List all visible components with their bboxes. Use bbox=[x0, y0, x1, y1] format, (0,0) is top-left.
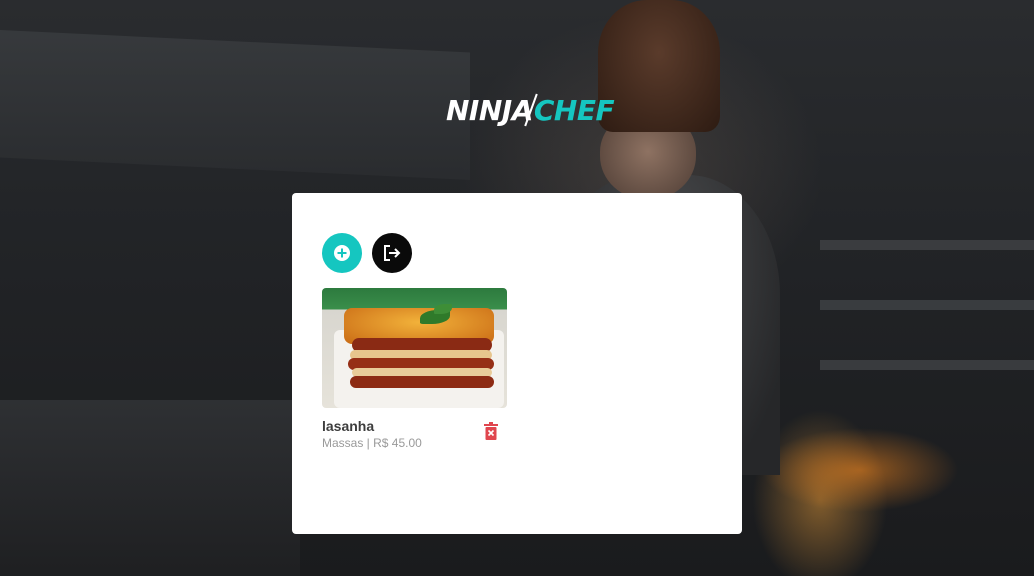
logo-text-ninja: NINJA bbox=[446, 93, 533, 127]
background-shelf bbox=[820, 360, 1034, 370]
plus-circle-icon bbox=[334, 245, 350, 261]
logout-button[interactable] bbox=[372, 233, 412, 273]
background-counter bbox=[0, 400, 300, 576]
lasagna-layer bbox=[350, 376, 494, 388]
food-list-panel: lasanha Massas | R$ 45.00 bbox=[292, 193, 742, 534]
logo-text-chef: CHEF bbox=[533, 93, 615, 127]
trash-icon[interactable] bbox=[483, 422, 499, 440]
food-category-price: Massas | R$ 45.00 bbox=[322, 436, 422, 450]
food-name: lasanha bbox=[322, 418, 375, 434]
background-chef-hat bbox=[598, 0, 720, 132]
background-range-hood bbox=[0, 30, 470, 180]
food-card[interactable]: lasanha Massas | R$ 45.00 bbox=[322, 288, 507, 452]
background-shelf bbox=[820, 300, 1034, 310]
sign-out-icon bbox=[384, 245, 401, 261]
ninjachef-logo: NINJA CHEF bbox=[446, 90, 615, 130]
food-info: lasanha Massas | R$ 45.00 bbox=[322, 418, 507, 452]
add-food-button[interactable] bbox=[322, 233, 362, 273]
action-bar bbox=[322, 233, 412, 273]
food-image-lasagna bbox=[322, 288, 507, 408]
background-shelf bbox=[820, 240, 1034, 250]
